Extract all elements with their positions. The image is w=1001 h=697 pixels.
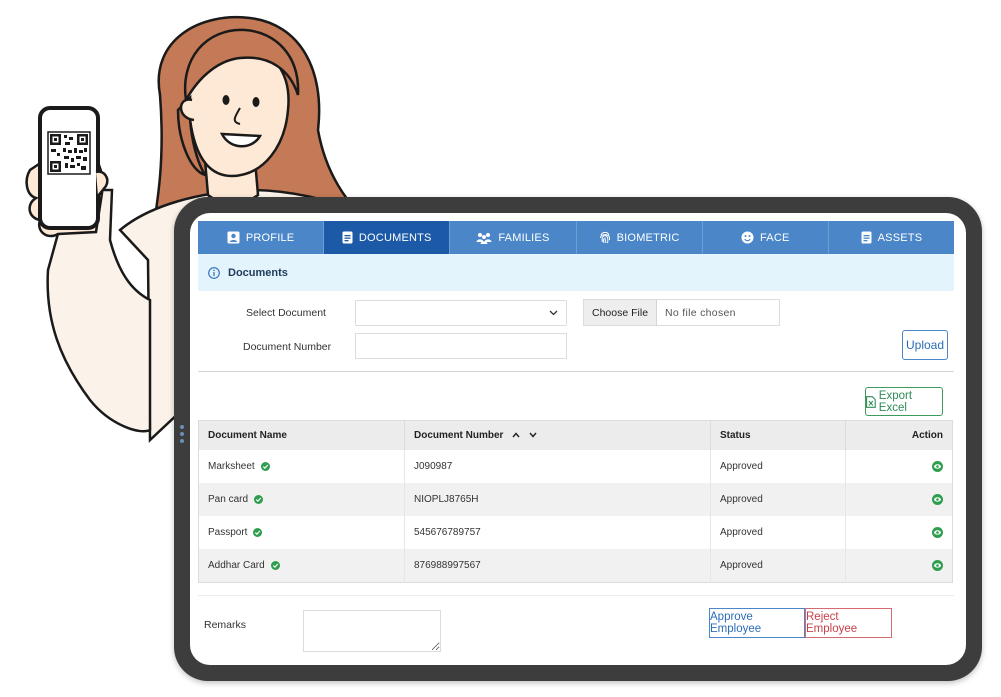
table-row: Addhar Card 876988997567 Approved [198,549,953,583]
verified-check-icon [270,560,280,570]
table-row: Passport 545676789757 Approved [198,516,953,549]
export-excel-button[interactable]: Export Excel [865,387,943,416]
document-name: Pan card [208,494,249,505]
export-label: Export Excel [878,389,913,414]
fingerprint-icon [599,231,610,244]
verified-check-icon [253,527,263,537]
documents-table: Document Name Document Number Status Act… [198,420,953,583]
document-name-cell: Pan card [198,483,405,516]
document-name-cell: Passport [198,516,405,549]
choose-file-button[interactable]: Choose File [584,300,658,325]
action-cell [845,549,953,583]
tab-label: FACE [760,231,790,244]
tab-documents[interactable]: DOCUMENTS [324,221,451,254]
document-number-label: Document Number [243,341,332,353]
assets-icon [861,231,872,244]
document-name: Passport [208,527,248,538]
employee-document-panel: PROFILE DOCUMENTS FAMILIES BIOMETRIC FAC… [198,221,954,665]
column-header-label: Document Number [414,430,504,441]
column-header-document-number[interactable]: Document Number [404,420,711,450]
document-number-cell: NIOPLJ8765H [404,483,711,516]
remarks-textarea[interactable] [303,610,441,652]
face-icon [741,231,754,244]
document-number-cell: J090987 [404,450,711,483]
tab-biometric[interactable]: BIOMETRIC [577,221,703,254]
document-name: Marksheet [208,461,255,472]
eye-view-icon[interactable] [932,526,943,538]
export-toolbar: Export Excel [198,372,954,420]
select-document-label: Select Document [246,307,326,319]
file-status-text: No file chosen [665,306,736,319]
eye-view-icon[interactable] [932,460,943,472]
tab-label: PROFILE [245,231,295,244]
tablet-screen: PROFILE DOCUMENTS FAMILIES BIOMETRIC FAC… [190,213,966,665]
family-icon [476,232,492,244]
section-header: Documents [198,254,954,291]
document-name-cell: Marksheet [198,450,405,483]
eye-view-icon[interactable] [932,493,943,505]
column-header-document-name[interactable]: Document Name [198,420,405,450]
tab-profile[interactable]: PROFILE [198,221,325,254]
status-cell: Approved [710,549,846,583]
reject-employee-button[interactable]: Reject Employee [805,608,892,638]
table-header-row: Document Name Document Number Status Act… [198,420,953,450]
tab-assets[interactable]: ASSETS [829,221,954,254]
status-cell: Approved [710,516,846,549]
status-cell: Approved [710,450,846,483]
action-cell [845,483,953,516]
document-number-cell: 876988997567 [404,549,711,583]
table-row: Pan card NIOPLJ8765H Approved [198,483,953,516]
eye-view-icon[interactable] [932,559,943,571]
document-number-cell: 545676789757 [404,516,711,549]
column-header-action: Action [845,420,953,450]
tab-label: ASSETS [877,231,923,244]
section-title: Documents [228,266,288,279]
document-number-input[interactable] [355,333,567,359]
tab-label: BIOMETRIC [616,231,680,244]
tab-bar: PROFILE DOCUMENTS FAMILIES BIOMETRIC FAC… [198,221,954,254]
status-cell: Approved [710,483,846,516]
chevron-down-icon [549,310,558,316]
document-name-cell: Addhar Card [198,549,405,583]
profile-icon [227,231,240,244]
sort-ascending-icon[interactable] [512,432,520,438]
verified-check-icon [254,494,264,504]
remarks-section: Remarks Approve Employee Reject Employee [198,595,954,665]
tab-face[interactable]: FACE [703,221,829,254]
upload-button[interactable]: Upload [902,330,948,360]
column-header-status: Status [710,420,846,450]
tab-label: DOCUMENTS [358,231,432,244]
qr-code-icon [47,131,91,175]
table-row: Marksheet J090987 Approved [198,450,953,483]
file-chooser: Choose File No file chosen [583,299,780,326]
sort-descending-icon[interactable] [529,432,537,438]
upload-form: Select Document Choose File No file chos… [198,291,954,372]
approve-employee-button[interactable]: Approve Employee [709,608,805,638]
tablet-frame: PROFILE DOCUMENTS FAMILIES BIOMETRIC FAC… [174,197,982,681]
tab-label: FAMILIES [498,231,550,244]
document-type-select[interactable] [355,300,567,326]
info-icon [208,266,220,279]
tablet-indicator-dots [180,425,184,446]
action-cell [846,516,953,549]
remarks-label: Remarks [204,619,247,631]
tab-families[interactable]: FAMILIES [450,221,577,254]
excel-file-icon [866,395,876,408]
document-icon [342,231,353,244]
action-cell [846,450,953,483]
document-name: Addhar Card [208,560,265,571]
verified-check-icon [260,461,270,471]
